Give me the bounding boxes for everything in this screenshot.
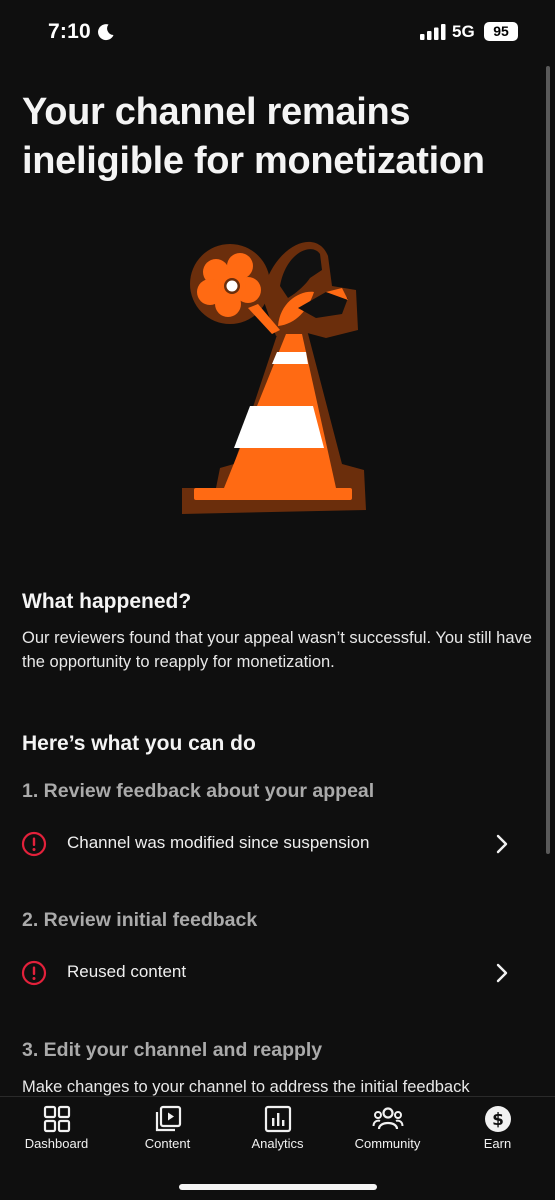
traffic-cone-illustration	[182, 241, 366, 514]
page-title: Your channel remains ineligible for mone…	[22, 91, 485, 182]
nav-label: Content	[144, 1136, 191, 1151]
status-bar: 7:10 5G 95	[0, 0, 555, 64]
earn-icon: $	[485, 1106, 511, 1132]
screen: 7:10 5G 95 Your channel remains ineligib…	[0, 0, 555, 1200]
nav-label: Analytics	[251, 1136, 304, 1151]
nav-dashboard[interactable]: Dashboard	[1, 1097, 112, 1161]
nav-label: Earn	[483, 1136, 512, 1151]
scrollbar[interactable]	[546, 66, 550, 854]
battery-indicator: 95	[484, 22, 518, 41]
network-label: 5G	[452, 22, 475, 41]
status-time: 7:10	[48, 20, 91, 43]
what-happened-heading: What happened?	[22, 590, 192, 613]
initial-feedback-label: Reused content	[67, 962, 187, 981]
chevron-right-icon	[496, 963, 508, 983]
nav-earn[interactable]: $ Earn	[442, 1097, 553, 1161]
what-you-can-do-heading: Here’s what you can do	[22, 732, 256, 755]
step-2-heading: 2. Review initial feedback	[22, 909, 258, 931]
appeal-feedback-label: Channel was modified since suspension	[67, 833, 370, 852]
nav-analytics[interactable]: Analytics	[222, 1097, 333, 1161]
nav-label: Dashboard	[24, 1136, 89, 1151]
alert-icon	[21, 960, 47, 986]
home-indicator[interactable]	[179, 1184, 377, 1190]
analytics-icon	[264, 1105, 292, 1133]
nav-community[interactable]: Community	[332, 1097, 443, 1161]
signal-icon	[420, 24, 446, 40]
content-icon	[155, 1105, 182, 1132]
nav-content[interactable]: Content	[112, 1097, 223, 1161]
step-3-heading: 3. Edit your channel and reapply	[22, 1039, 323, 1061]
svg-text:$: $	[492, 1110, 504, 1130]
appeal-feedback-row[interactable]: Channel was modified since suspension	[0, 816, 540, 872]
nav-label: Community	[354, 1136, 421, 1151]
dashboard-icon	[43, 1105, 71, 1133]
moon-icon	[98, 24, 114, 41]
initial-feedback-row[interactable]: Reused content	[0, 945, 540, 1001]
alert-icon	[21, 831, 47, 857]
community-icon	[372, 1107, 404, 1130]
what-happened-body: Our reviewers found that your appeal was…	[22, 629, 532, 671]
step-1-heading: 1. Review feedback about your appeal	[22, 780, 375, 802]
chevron-right-icon	[496, 834, 508, 854]
